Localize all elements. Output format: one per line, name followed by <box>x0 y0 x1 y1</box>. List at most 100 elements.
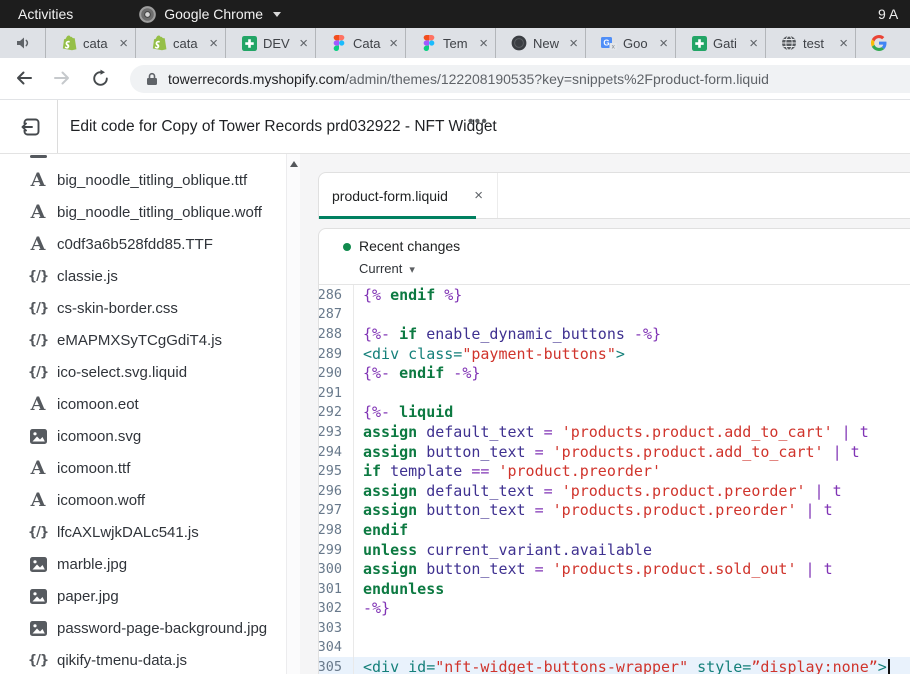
browser-tab[interactable]: New× <box>495 28 585 58</box>
code-line[interactable]: 303 <box>319 618 910 638</box>
file-name: password-page-background.jpg <box>57 620 267 637</box>
browser-tab[interactable]: Tem× <box>405 28 495 58</box>
editor-file-tab[interactable]: product-form.liquid × <box>319 173 498 218</box>
activities-button[interactable]: Activities <box>12 6 79 22</box>
line-number: 296 <box>319 481 354 501</box>
code-line[interactable]: 298 endif <box>319 520 910 540</box>
url-path: /admin/themes/122208190535?key=snippets%… <box>345 71 769 87</box>
code-text: assign default_text = 'products.product.… <box>354 481 842 501</box>
tab-close-icon[interactable]: × <box>209 36 218 51</box>
globe-icon <box>781 35 797 51</box>
code-line[interactable]: 290{%- endif -%} <box>319 363 910 383</box>
file-name: big_noodle_titling_oblique.ttf <box>57 172 247 189</box>
file-item[interactable]: Abig_noodle_titling_oblique.woff <box>0 196 286 228</box>
file-item[interactable]: password-page-background.jpg <box>0 612 286 644</box>
code-line[interactable]: 293 assign default_text = 'products.prod… <box>319 422 910 442</box>
tab-close-icon[interactable]: × <box>474 187 483 204</box>
code-line[interactable]: 288{%- if enable_dynamic_buttons -%} <box>319 324 910 344</box>
font-file-icon: A <box>26 395 50 414</box>
code-editor[interactable]: 286{% endif %}287288{%- if enable_dynami… <box>319 285 910 674</box>
more-options-button[interactable]: ••• <box>468 113 488 130</box>
browser-tab[interactable] <box>855 28 910 58</box>
browser-tab[interactable]: cata× <box>135 28 225 58</box>
code-line[interactable]: 299 unless current_variant.available <box>319 540 910 560</box>
file-item[interactable]: icomoon.svg <box>0 420 286 452</box>
file-name: lfcAXLwjkDALc541.js <box>57 524 199 541</box>
google-icon <box>871 35 887 51</box>
code-text: <div class="payment-buttons"> <box>354 344 625 364</box>
file-item[interactable]: Aicomoon.ttf <box>0 452 286 484</box>
tab-close-icon[interactable]: × <box>119 36 128 51</box>
tab-close-icon[interactable]: × <box>479 36 488 51</box>
code-line[interactable]: 289 <div class="payment-buttons"> <box>319 344 910 364</box>
tab-close-icon[interactable]: × <box>389 36 398 51</box>
tab-close-icon[interactable]: × <box>749 36 758 51</box>
unsaved-changes-dot-icon <box>343 243 351 251</box>
code-line[interactable]: 291 <box>319 383 910 403</box>
code-line[interactable]: 297 assign button_text = 'products.produ… <box>319 501 910 521</box>
header-divider <box>57 100 58 153</box>
reload-button[interactable] <box>91 69 110 93</box>
file-item[interactable]: {/}eMAPMXSyTCgGdiT4.js <box>0 324 286 356</box>
image-file-icon <box>26 557 50 572</box>
code-text: {%- endif -%} <box>354 363 480 383</box>
tab-close-icon[interactable]: × <box>299 36 308 51</box>
lock-icon[interactable] <box>146 72 158 86</box>
browser-tab[interactable]: DEV× <box>225 28 315 58</box>
code-line[interactable]: 300 assign button_text = 'products.produ… <box>319 559 910 579</box>
code-line[interactable]: 304 <box>319 638 910 658</box>
back-button[interactable] <box>14 68 34 93</box>
browser-toolbar: towerrecords.myshopify.com/admin/themes/… <box>0 58 910 100</box>
chevron-down-icon <box>273 12 281 17</box>
code-line[interactable]: 296 assign default_text = 'products.prod… <box>319 481 910 501</box>
code-line[interactable]: 287 <box>319 305 910 325</box>
code-line[interactable]: 295 if template == 'product.preorder' <box>319 461 910 481</box>
browser-tab[interactable]: Gati× <box>675 28 765 58</box>
tab-close-icon[interactable]: × <box>569 36 578 51</box>
sidebar-scrollbar[interactable] <box>286 154 301 674</box>
browser-tab[interactable]: test× <box>765 28 855 58</box>
file-item[interactable]: Aicomoon.woff <box>0 484 286 516</box>
forward-button[interactable] <box>52 68 72 93</box>
dark-globe-icon <box>511 35 527 51</box>
clock: 9 A <box>878 0 910 28</box>
browser-tab[interactable]: GxGoo× <box>585 28 675 58</box>
translate-icon: Gx <box>601 35 617 51</box>
file-item[interactable]: Ac0df3a6b528fdd85.TTF <box>0 228 286 260</box>
version-dropdown[interactable]: Current▾ <box>359 261 415 276</box>
browser-tab[interactable]: cata× <box>45 28 135 58</box>
code-line[interactable]: 286{% endif %} <box>319 285 910 305</box>
code-text: <div id="nft-widget-buttons-wrapper" sty… <box>354 657 890 674</box>
code-line[interactable]: 305<div id="nft-widget-buttons-wrapper" … <box>319 657 910 674</box>
code-text: {%- liquid <box>354 403 453 423</box>
line-number: 300 <box>319 559 354 579</box>
line-number: 293 <box>319 422 354 442</box>
file-item[interactable]: {/}ico-select.svg.liquid <box>0 356 286 388</box>
file-item[interactable]: {/}classie.js <box>0 260 286 292</box>
file-item[interactable]: paper.jpg <box>0 580 286 612</box>
file-item[interactable]: Abig_noodle_titling_oblique.ttf <box>0 164 286 196</box>
file-item[interactable]: marble.jpg <box>0 548 286 580</box>
file-item[interactable]: Aicomoon.eot <box>0 388 286 420</box>
code-line[interactable]: 294 assign button_text = 'products.produ… <box>319 442 910 462</box>
active-tab-underline <box>319 216 476 219</box>
file-item[interactable]: {/}cs-skin-border.css <box>0 292 286 324</box>
line-number: 290 <box>319 363 354 383</box>
tab-close-icon[interactable]: × <box>839 36 848 51</box>
tab-close-icon[interactable]: × <box>659 36 668 51</box>
exit-icon[interactable] <box>20 116 42 143</box>
browser-tab[interactable]: Cata× <box>315 28 405 58</box>
scroll-up-icon[interactable] <box>290 161 298 167</box>
file-item[interactable]: {/}qikify-tmenu-data.js <box>0 644 286 676</box>
line-number: 295 <box>319 461 354 481</box>
code-line[interactable]: 301 endunless <box>319 579 910 599</box>
address-bar[interactable]: towerrecords.myshopify.com/admin/themes/… <box>130 65 910 93</box>
system-top-bar: Activities Google Chrome 9 A <box>0 0 910 28</box>
file-item[interactable]: {/}lfcAXLwjkDALc541.js <box>0 516 286 548</box>
app-menu[interactable]: Google Chrome <box>139 6 281 23</box>
code-text: if template == 'product.preorder' <box>354 461 661 481</box>
code-line[interactable]: 292 {%- liquid <box>319 403 910 423</box>
code-line[interactable]: 302 -%} <box>319 599 910 619</box>
page-title: Edit code for Copy of Tower Records prd0… <box>70 118 497 136</box>
code-file-icon: {/} <box>26 654 50 667</box>
